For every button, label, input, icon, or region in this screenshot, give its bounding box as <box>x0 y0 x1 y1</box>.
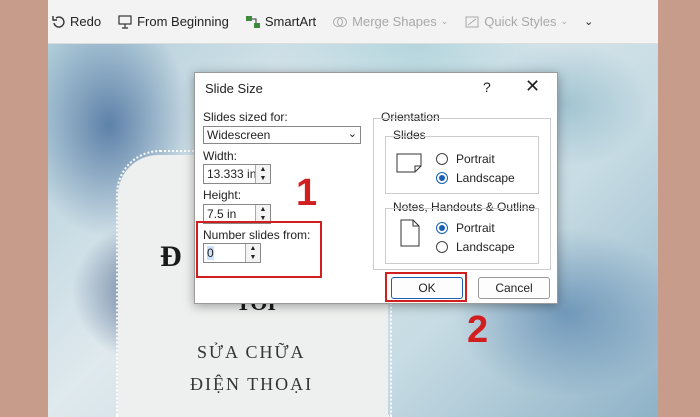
dialog-title: Slide Size <box>205 81 263 96</box>
merge-shapes-label: Merge Shapes <box>352 14 437 29</box>
ribbon-more-button[interactable]: ⌄ <box>584 15 593 28</box>
height-label: Height: <box>203 188 242 202</box>
slides-sized-for-select[interactable]: Widescreen ⌄ <box>203 126 361 144</box>
smartart-label: SmartArt <box>264 14 317 29</box>
width-spinner[interactable]: ▲ ▼ <box>255 165 270 183</box>
slides-sized-for-label: Slides sized for: <box>203 110 288 124</box>
notes-landscape-label: Landscape <box>456 240 515 254</box>
slides-landscape-radio[interactable] <box>436 172 448 184</box>
quick-styles-button[interactable]: Quick Styles ⌄ <box>464 14 568 30</box>
highlight-number-slides-from <box>196 221 322 278</box>
left-frame <box>0 0 48 417</box>
step-2-marker: 2 <box>467 309 489 351</box>
ribbon-toolbar: Redo From Beginning SmartArt Merge Shape… <box>48 0 658 44</box>
slide-subtitle-1: SỬA CHỮA <box>197 342 306 362</box>
notes-portrait-label: Portrait <box>456 221 495 235</box>
slides-landscape-label: Landscape <box>456 171 515 185</box>
chevron-down-icon: ⌄ <box>584 16 594 28</box>
notes-portrait-radio[interactable] <box>436 222 448 234</box>
slides-portrait-radio[interactable] <box>436 153 448 165</box>
right-frame <box>658 0 700 417</box>
slides-sized-for-value: Widescreen <box>207 128 271 142</box>
notes-landscape-radio[interactable] <box>436 241 448 253</box>
cancel-button[interactable]: Cancel <box>478 277 550 299</box>
step-1-marker: 1 <box>296 172 318 214</box>
chevron-down-icon: ⌄ <box>440 16 449 26</box>
highlight-ok-button <box>385 272 467 302</box>
redo-icon <box>50 14 66 30</box>
slide-title-text: Đ <box>160 240 182 273</box>
width-value: 13.333 in <box>207 167 257 181</box>
smartart-button[interactable]: SmartArt <box>245 14 316 30</box>
redo-button[interactable]: Redo <box>50 14 101 30</box>
merge-shapes-icon <box>332 14 348 30</box>
from-beginning-label: From Beginning <box>137 14 229 29</box>
quick-styles-label: Quick Styles <box>484 14 557 29</box>
slide-subtitle-2: ĐIỆN THOẠI <box>190 374 314 394</box>
merge-shapes-button[interactable]: Merge Shapes ⌄ <box>332 14 448 30</box>
notes-portrait-icon <box>400 219 420 250</box>
width-label: Width: <box>203 149 238 163</box>
width-input[interactable]: 13.333 in ▲ ▼ <box>203 164 271 184</box>
height-value: 7.5 in <box>207 207 237 221</box>
slides-portrait-label: Portrait <box>456 152 495 166</box>
chevron-down-icon: ⌄ <box>347 128 357 140</box>
smartart-icon <box>245 14 261 30</box>
from-beginning-button[interactable]: From Beginning <box>117 14 229 30</box>
chevron-down-icon: ⌄ <box>560 16 569 26</box>
help-button[interactable]: ? <box>483 79 491 95</box>
close-button[interactable]: ✕ <box>525 76 540 97</box>
slide-landscape-icon <box>396 153 422 176</box>
redo-label: Redo <box>70 14 102 29</box>
quick-styles-icon <box>464 14 480 30</box>
slideshow-icon <box>117 14 133 30</box>
